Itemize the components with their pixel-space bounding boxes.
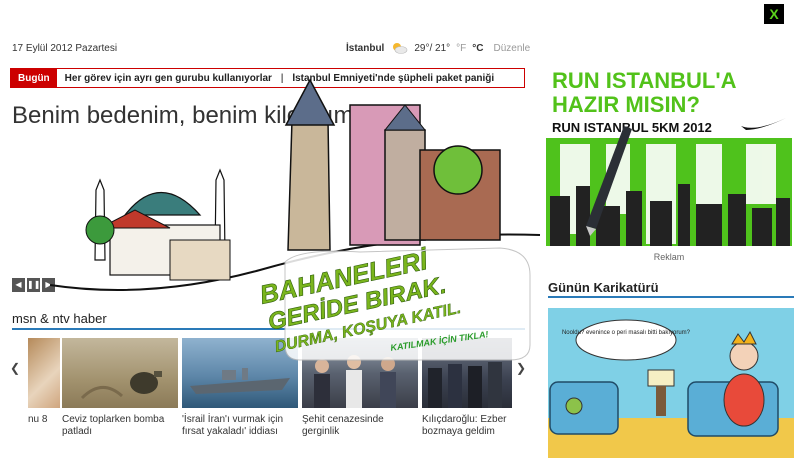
- section-title[interactable]: msn & ntv haber: [12, 311, 107, 326]
- news-caption[interactable]: 'İsrail İran'ı vurmak için fırsat yakala…: [182, 414, 298, 438]
- daily-cartoon[interactable]: Nooldu? evenince o peri masalı bitti bak…: [548, 308, 794, 458]
- news-thumbnail[interactable]: [422, 338, 512, 408]
- weather-city[interactable]: İstanbul: [346, 43, 384, 54]
- weather-temps: 29°/ 21°: [414, 42, 451, 54]
- ticker-badge: Bugün: [11, 69, 57, 87]
- news-item[interactable]: Ceviz toplarken bomba patladı: [62, 338, 178, 438]
- ad-label: Reklam: [653, 252, 685, 262]
- news-caption[interactable]: Şehit cenazesinde gerginlik: [302, 414, 418, 438]
- carousel-prev-icon[interactable]: ❮: [10, 361, 20, 375]
- featured-headline[interactable]: Benim bedenim, benim kilolarım: [12, 102, 353, 130]
- unit-fahrenheit[interactable]: °F: [456, 43, 466, 54]
- promo-line1: BAHANELERİ: [257, 245, 432, 310]
- promo-line2: GERİDE BIRAK.: [266, 272, 449, 336]
- slideshow-controls: ◀ ❚❚ ▶: [12, 278, 55, 292]
- advertisement-banner[interactable]: RUN ISTANBUL'A HAZIR MISIN? RUN ISTANBUL…: [546, 66, 792, 246]
- news-item[interactable]: 'İsrail İran'ı vurmak için fırsat yakala…: [182, 338, 298, 438]
- warship-image: [190, 368, 290, 394]
- weather-edit-link[interactable]: Düzenle: [494, 43, 531, 54]
- cartoon-section-title[interactable]: Günün Karikatürü: [548, 280, 659, 295]
- cartoon-image: Nooldu? evenince o peri masalı bitti bak…: [548, 308, 794, 458]
- current-date: 17 Eylül 2012 Pazartesi: [12, 43, 118, 54]
- cartoon-bubble: Nooldu? evenince o peri masalı bitti bak…: [562, 330, 691, 336]
- ad-line1: RUN ISTANBUL'A: [552, 68, 737, 93]
- ticker-item[interactable]: İstanbul Emniyeti'nde şüpheli paket pani…: [292, 73, 494, 84]
- unit-celsius[interactable]: °C: [472, 43, 483, 54]
- news-thumbnail[interactable]: [182, 338, 298, 408]
- news-item[interactable]: Şehit cenazesinde gerginlik: [302, 338, 418, 438]
- pause-icon[interactable]: ❚❚: [27, 278, 40, 292]
- news-item[interactable]: nu 8: [28, 338, 60, 426]
- breaking-news-ticker: Bugün Her görev için ayrı gen gurubu kul…: [10, 68, 525, 88]
- news-thumbnail[interactable]: [28, 338, 60, 408]
- news-caption[interactable]: Kılıçdaroğlu: Ezber bozmaya geldim: [422, 414, 512, 438]
- cartoon-divider: [548, 296, 794, 298]
- news-item[interactable]: Kılıçdaroğlu: Ezber bozmaya geldim: [422, 338, 512, 438]
- carousel-next-icon[interactable]: ❯: [516, 361, 526, 375]
- politicians-image: [428, 362, 502, 408]
- next-icon[interactable]: ▶: [42, 278, 55, 292]
- weather-widget: İstanbul 29°/ 21° °F °C Düzenle: [346, 41, 530, 55]
- news-caption[interactable]: Ceviz toplarken bomba patladı: [62, 414, 178, 438]
- grenade-image: [80, 371, 162, 400]
- ticker-separator: |: [280, 72, 284, 84]
- news-thumbnail[interactable]: [62, 338, 178, 408]
- partly-sunny-icon: [393, 43, 408, 54]
- news-caption[interactable]: nu 8: [28, 414, 60, 426]
- ticker-item[interactable]: Her görev için ayrı gen gurubu kullanıyo…: [65, 73, 272, 84]
- run-istanbul-ad: RUN ISTANBUL'A HAZIR MISIN? RUN ISTANBUL…: [546, 66, 792, 246]
- ad-line3: RUN ISTANBUL 5KM 2012: [552, 120, 712, 135]
- prev-icon[interactable]: ◀: [12, 278, 25, 292]
- section-divider: [12, 328, 525, 330]
- close-button[interactable]: X: [764, 4, 784, 24]
- ad-line2: HAZIR MISIN?: [552, 92, 700, 117]
